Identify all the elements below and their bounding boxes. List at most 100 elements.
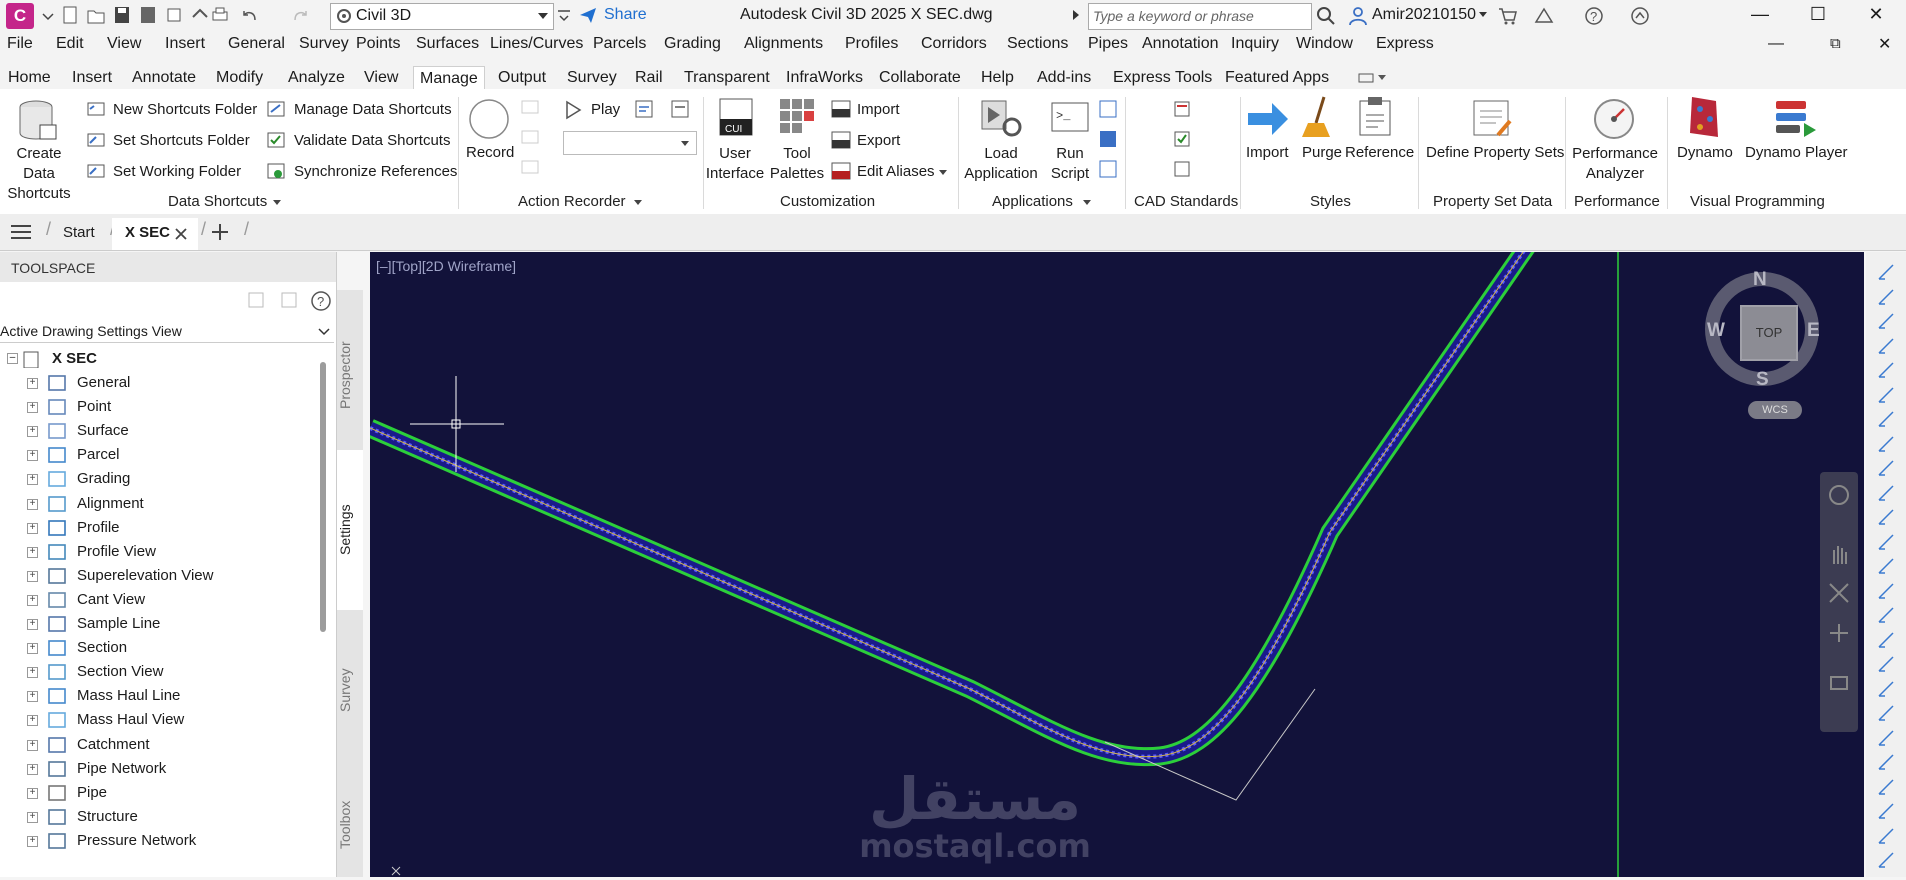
tree-item-point[interactable]: + Point: [0, 396, 320, 420]
styles-import-button[interactable]: Import: [1246, 144, 1289, 161]
tree-item-structure[interactable]: + Structure: [0, 806, 320, 830]
workspace-select[interactable]: Civil 3D: [330, 3, 554, 30]
user-name[interactable]: Amir20210150: [1372, 6, 1476, 24]
menu-window[interactable]: Window: [1296, 35, 1353, 53]
help-icon[interactable]: ?: [1584, 6, 1604, 26]
minimize-button[interactable]: —: [1748, 4, 1772, 26]
action-recorder-group-label[interactable]: Action Recorder: [518, 193, 626, 210]
menu-sections[interactable]: Sections: [1007, 35, 1068, 53]
draw-tool-icon[interactable]: [1876, 654, 1896, 674]
doc-minimize-button[interactable]: —: [1768, 35, 1784, 53]
menu-points[interactable]: Points: [356, 35, 400, 53]
menu-view[interactable]: View: [107, 35, 141, 53]
expand-toggle[interactable]: +: [27, 402, 38, 414]
tree-root[interactable]: – X SEC: [0, 347, 320, 371]
tab-output[interactable]: Output: [498, 69, 546, 87]
ribbon-minimize-icon[interactable]: [1358, 71, 1388, 85]
expand-toggle[interactable]: +: [27, 667, 38, 679]
draw-tool-icon[interactable]: [1876, 630, 1896, 650]
save-as-icon[interactable]: [138, 5, 158, 25]
action-tree-icon[interactable]: [634, 99, 656, 121]
create-data-shortcuts-button[interactable]: Create Data Shortcuts: [0, 144, 78, 204]
tool-palettes-button[interactable]: Tool Palettes: [762, 144, 832, 184]
expand-toggle[interactable]: +: [27, 450, 38, 462]
maximize-button[interactable]: ☐: [1806, 4, 1830, 26]
tree-item-profile[interactable]: + Profile: [0, 517, 320, 541]
tab-express-tools[interactable]: Express Tools: [1113, 69, 1212, 87]
draw-tool-icon[interactable]: [1876, 409, 1896, 429]
menu-profiles[interactable]: Profiles: [845, 35, 898, 53]
visual-basic-editor-icon[interactable]: [1098, 99, 1118, 119]
steering-wheel-icon[interactable]: [1828, 484, 1850, 506]
tree-item-cant-view[interactable]: + Cant View: [0, 589, 320, 613]
cart-icon[interactable]: [1498, 6, 1518, 26]
tree-item-pipe[interactable]: + Pipe: [0, 782, 320, 806]
dropdown-icon[interactable]: [38, 5, 58, 25]
customization-export-button[interactable]: Export: [857, 132, 900, 149]
draw-tool-icon[interactable]: [1876, 287, 1896, 307]
draw-tool-icon[interactable]: [1876, 483, 1896, 503]
tab-analyze[interactable]: Analyze: [288, 69, 345, 87]
customization-group-label[interactable]: Customization: [780, 193, 875, 210]
chevron-down-icon[interactable]: [1082, 199, 1092, 207]
tab-survey[interactable]: Survey: [337, 620, 363, 760]
toolspace-grid-icon[interactable]: [279, 290, 299, 310]
tab-home[interactable]: Home: [8, 69, 51, 87]
tree-item-alignment[interactable]: + Alignment: [0, 493, 320, 517]
expand-toggle[interactable]: +: [27, 787, 38, 799]
chevron-down-icon[interactable]: [272, 199, 282, 207]
tree-item-surface[interactable]: + Surface: [0, 420, 320, 444]
draw-tool-icon[interactable]: [1876, 311, 1896, 331]
undo-icon[interactable]: [240, 5, 260, 25]
vba-manager-icon[interactable]: [1098, 129, 1118, 149]
tab-view[interactable]: View: [364, 69, 398, 87]
tab-settings[interactable]: Settings: [337, 450, 363, 610]
data-shortcuts-group-label[interactable]: Data Shortcuts: [168, 193, 267, 210]
tab-featured-apps[interactable]: Featured Apps: [1225, 69, 1329, 87]
draw-tool-icon[interactable]: [1876, 850, 1896, 870]
viewcube-top[interactable]: TOP: [1740, 305, 1798, 361]
open-folder-icon[interactable]: [86, 5, 106, 25]
collapse-toggle[interactable]: –: [7, 353, 18, 364]
draw-tool-icon[interactable]: [1876, 336, 1896, 356]
menu-insert[interactable]: Insert: [165, 35, 205, 53]
dynamo-player-button[interactable]: Dynamo Player: [1745, 144, 1848, 161]
tab-collaborate[interactable]: Collaborate: [879, 69, 961, 87]
menu-alignments[interactable]: Alignments: [744, 35, 823, 53]
expand-toggle[interactable]: +: [27, 811, 38, 823]
draw-tool-icon[interactable]: [1876, 679, 1896, 699]
tree-item-general[interactable]: + General: [0, 372, 320, 396]
search-icon[interactable]: [1316, 6, 1336, 26]
menu-grading[interactable]: Grading: [664, 35, 721, 53]
new-tab-plus-icon[interactable]: [210, 222, 230, 242]
expand-toggle[interactable]: +: [27, 474, 38, 486]
menu-corridors[interactable]: Corridors: [921, 35, 987, 53]
tree-item-grading[interactable]: + Grading: [0, 468, 320, 492]
redo-icon[interactable]: [290, 5, 310, 25]
user-interface-button[interactable]: User Interface: [700, 144, 770, 184]
action-input-icon[interactable]: [520, 129, 540, 147]
tab-insert[interactable]: Insert: [72, 69, 112, 87]
user-icon[interactable]: [1348, 6, 1368, 26]
play-button[interactable]: Play: [591, 101, 620, 118]
tab-annotate[interactable]: Annotate: [132, 69, 196, 87]
expand-toggle[interactable]: +: [27, 498, 38, 510]
menu-survey[interactable]: Survey: [299, 35, 349, 53]
expand-toggle[interactable]: +: [27, 594, 38, 606]
customize-toolbar-icon[interactable]: [554, 5, 574, 25]
validate-data-shortcuts-button[interactable]: Validate Data Shortcuts: [294, 132, 450, 149]
draw-tool-icon[interactable]: [1876, 556, 1896, 576]
new-file-icon[interactable]: [60, 5, 80, 25]
save-icon[interactable]: [112, 5, 132, 25]
menu-file[interactable]: File: [7, 35, 33, 53]
chevron-down-icon[interactable]: [938, 169, 948, 177]
configure-standards-icon[interactable]: [1172, 99, 1192, 119]
wcs-menu[interactable]: WCS: [1748, 401, 1802, 419]
tree-scrollbar[interactable]: [320, 362, 326, 632]
dynamo-button[interactable]: Dynamo: [1677, 144, 1733, 161]
draw-tool-icon[interactable]: [1876, 752, 1896, 772]
draw-tool-icon[interactable]: [1876, 801, 1896, 821]
action-msg-icon[interactable]: [520, 99, 540, 117]
menu-express[interactable]: Express: [1376, 35, 1434, 53]
draw-tool-icon[interactable]: [1876, 605, 1896, 625]
